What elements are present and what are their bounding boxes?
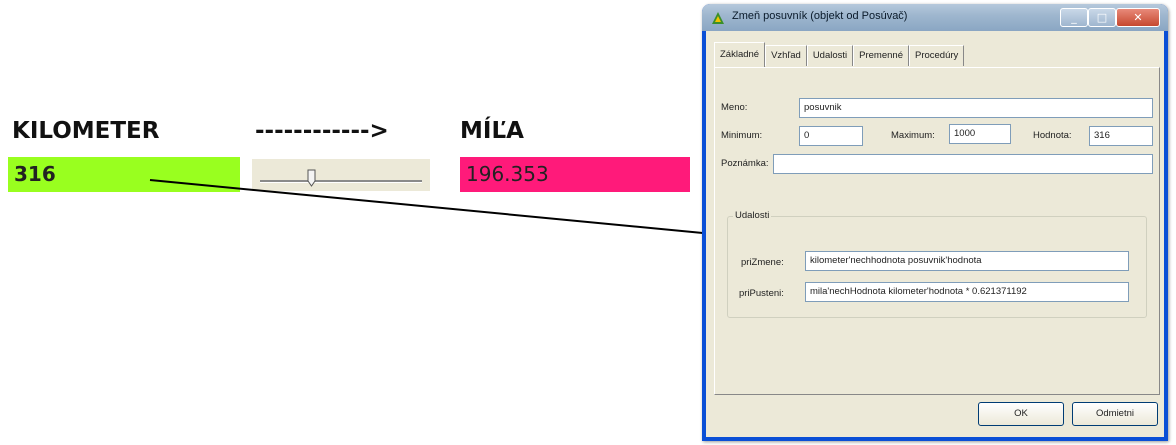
note-field[interactable] <box>773 154 1153 174</box>
maximize-button[interactable]: □ <box>1088 8 1116 27</box>
minimize-icon: _ <box>1071 11 1077 24</box>
on-change-field[interactable]: kilometer'nechhodnota posuvnik'hodnota <box>805 251 1129 271</box>
close-icon: ✕ <box>1133 11 1143 24</box>
tab-bar: Základné Vzhľad Udalosti Premenné Proced… <box>714 42 965 68</box>
tab-panel-basic: Meno: posuvnik Minimum: 0 Maximum: 1000 … <box>714 67 1160 395</box>
minimum-field[interactable]: 0 <box>799 126 863 146</box>
ok-button[interactable]: OK <box>978 402 1064 426</box>
minimize-button[interactable]: _ <box>1060 8 1088 27</box>
close-button[interactable]: ✕ <box>1116 8 1160 27</box>
on-change-label: priZmene: <box>741 257 784 268</box>
tab-variables[interactable]: Premenné <box>853 45 909 66</box>
maximize-icon: □ <box>1096 11 1108 24</box>
maximum-label: Maximum: <box>891 130 935 141</box>
title-bar[interactable]: Zmeň posuvník (objekt od Posúvač) _ □ ✕ <box>702 4 1168 31</box>
dialog-body: Základné Vzhľad Udalosti Premenné Proced… <box>706 31 1164 437</box>
properties-dialog: Zmeň posuvník (objekt od Posúvač) _ □ ✕ … <box>702 4 1168 441</box>
maximum-field[interactable]: 1000 <box>949 124 1011 144</box>
on-release-label: priPusteni: <box>739 288 784 299</box>
app-icon <box>712 12 724 24</box>
window-title: Zmeň posuvník (objekt od Posúvač) <box>732 10 908 22</box>
tab-basic[interactable]: Základné <box>714 42 766 68</box>
minimum-label: Minimum: <box>721 130 763 141</box>
name-label: Meno: <box>721 102 748 113</box>
tab-events[interactable]: Udalosti <box>806 45 854 66</box>
events-legend: Udalosti <box>733 210 772 221</box>
tab-appearance[interactable]: Vzhľad <box>765 45 807 66</box>
cancel-button[interactable]: Odmietni <box>1072 402 1158 426</box>
value-field[interactable]: 316 <box>1089 126 1153 146</box>
note-label: Poznámka: <box>721 158 769 169</box>
tab-procedures[interactable]: Procedúry <box>908 45 965 66</box>
name-field[interactable]: posuvnik <box>799 98 1153 118</box>
value-label: Hodnota: <box>1033 130 1072 141</box>
on-release-field[interactable]: mila'nechHodnota kilometer'hodnota * 0.6… <box>805 282 1129 302</box>
